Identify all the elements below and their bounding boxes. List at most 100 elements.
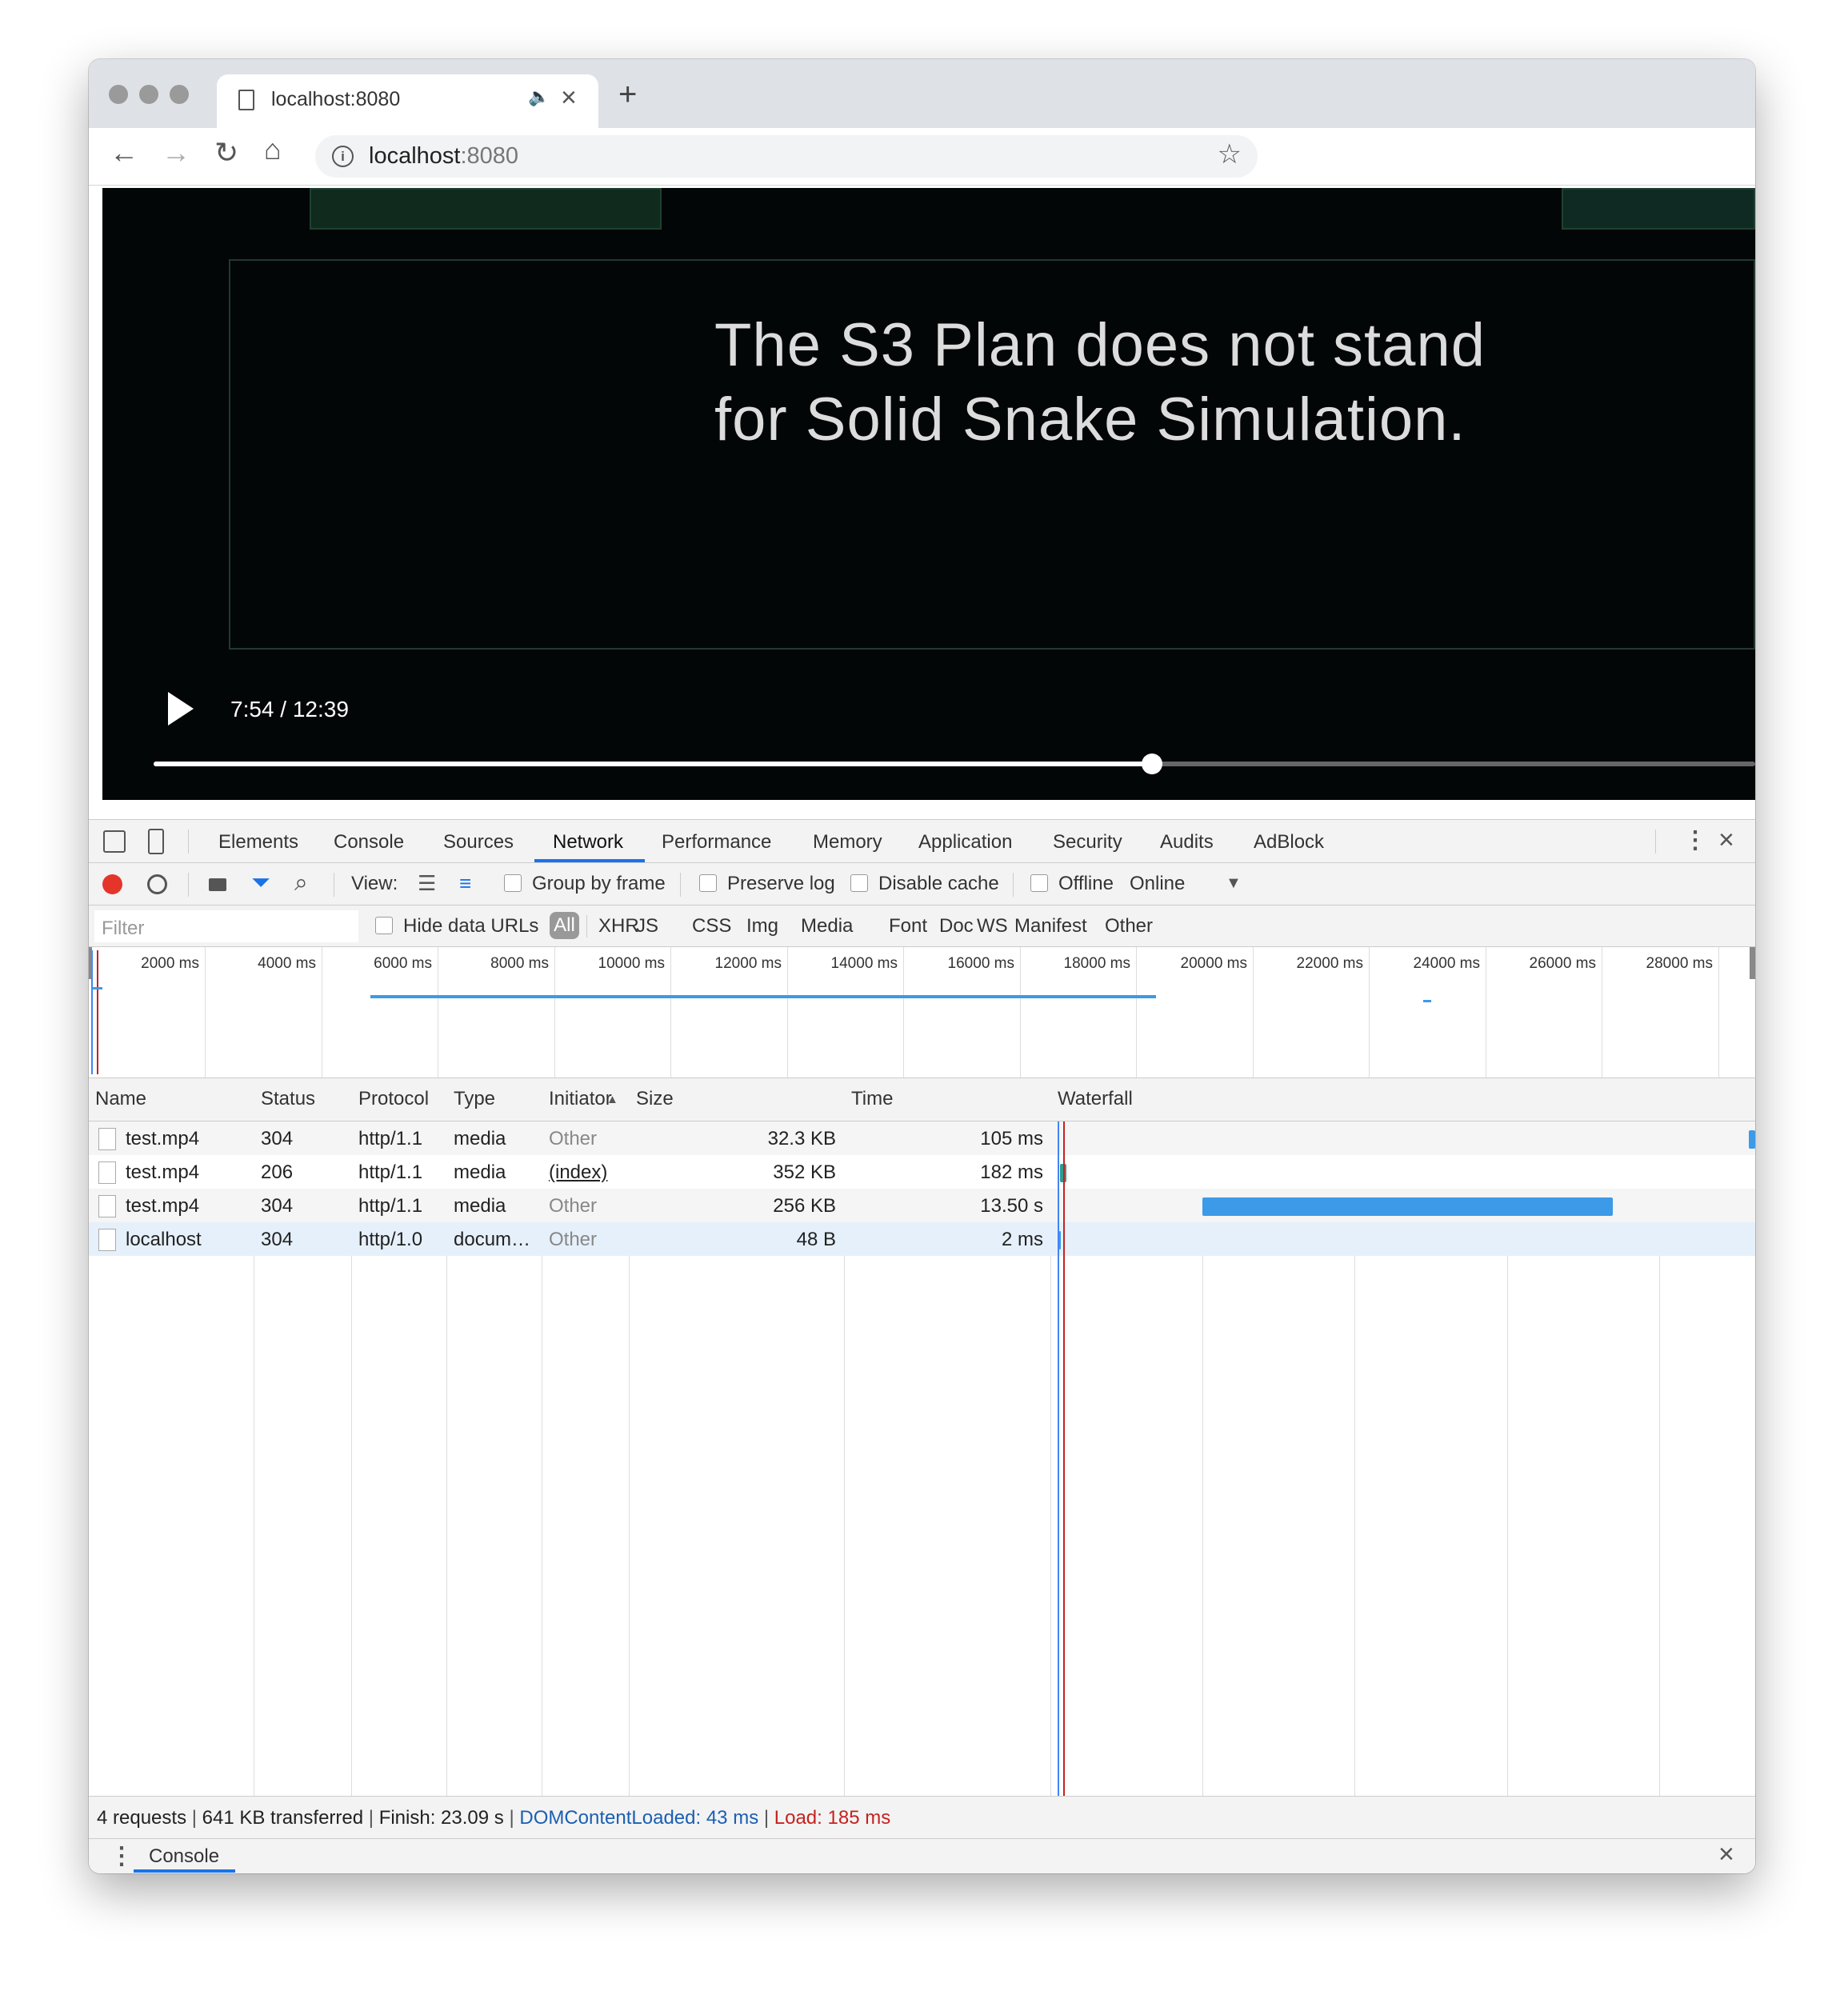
more-icon[interactable]: ⋮ bbox=[110, 1842, 134, 1870]
throttle-select[interactable]: Online bbox=[1130, 873, 1185, 895]
offline-checkbox[interactable] bbox=[1030, 874, 1048, 892]
summary-separator: | bbox=[363, 1807, 379, 1829]
filter-type-xhr[interactable]: XHR bbox=[598, 915, 639, 938]
column-header-size[interactable]: Size bbox=[636, 1088, 674, 1110]
cell-time: 13.50 s bbox=[980, 1195, 1043, 1217]
group-by-frame-label: Group by frame bbox=[532, 873, 666, 894]
tab-security[interactable]: Security bbox=[1053, 831, 1122, 854]
star-icon[interactable]: ☆ bbox=[1218, 138, 1242, 170]
table-row[interactable]: test.mp4 304 http/1.1 media Other 256 KB 13.50… bbox=[89, 1189, 1755, 1222]
cell-name: localhost bbox=[126, 1229, 202, 1250]
preserve-log-checkbox[interactable] bbox=[699, 874, 717, 892]
url-port: :8080 bbox=[460, 143, 519, 169]
overview-tick-label: 2000 ms bbox=[141, 955, 199, 972]
close-icon[interactable]: × bbox=[561, 82, 577, 114]
zoom-window-button[interactable] bbox=[170, 85, 189, 104]
drawer-tab-indicator bbox=[134, 1869, 235, 1873]
filter-type-doc[interactable]: Doc bbox=[939, 915, 974, 938]
file-icon bbox=[98, 1195, 116, 1217]
minimize-window-button[interactable] bbox=[139, 85, 158, 104]
requests-table: Name Status Protocol Type Initiator ▲ Si… bbox=[89, 1078, 1755, 1796]
network-toolbar: ⏷ ⌕ View: ☰ ≡ Group by frame Preserve lo… bbox=[89, 863, 1755, 906]
home-icon[interactable]: ⌂ bbox=[264, 133, 282, 166]
tab-audits[interactable]: Audits bbox=[1160, 831, 1214, 854]
device-icon[interactable] bbox=[148, 829, 164, 854]
filter-input[interactable]: Filter bbox=[94, 910, 358, 942]
filter-type-all[interactable]: All bbox=[550, 912, 579, 939]
disable-cache-label: Disable cache bbox=[878, 873, 999, 894]
tab-performance[interactable]: Performance bbox=[662, 831, 771, 854]
close-icon[interactable]: × bbox=[1718, 825, 1734, 856]
column-header-name[interactable]: Name bbox=[95, 1088, 146, 1110]
table-row[interactable]: test.mp4 206 http/1.1 media (index) 352 KB 182… bbox=[89, 1155, 1755, 1189]
browser-tab[interactable]: localhost:8080 🔈 × bbox=[217, 74, 598, 128]
reload-icon[interactable]: ↻ bbox=[214, 136, 238, 170]
seek-thumb[interactable] bbox=[1142, 754, 1162, 774]
hide-data-urls-checkbox[interactable] bbox=[375, 917, 393, 934]
address-bar[interactable]: i localhost:8080 ☆ bbox=[315, 135, 1258, 178]
info-icon[interactable]: i bbox=[332, 146, 354, 167]
url-text[interactable]: localhost:8080 bbox=[369, 143, 518, 170]
record-icon[interactable] bbox=[102, 874, 122, 894]
tab-sources[interactable]: Sources bbox=[443, 831, 514, 854]
filter-type-css[interactable]: CSS bbox=[692, 915, 731, 938]
table-row[interactable]: test.mp4 304 http/1.1 media Other 32.3 KB 105 … bbox=[89, 1121, 1755, 1155]
disable-cache-checkbox[interactable] bbox=[850, 874, 868, 892]
plus-icon[interactable]: + bbox=[618, 77, 637, 113]
group-by-frame-checkbox[interactable] bbox=[504, 874, 522, 892]
filter-type-ws[interactable]: WS bbox=[977, 915, 1008, 938]
tab-elements[interactable]: Elements bbox=[218, 831, 298, 854]
filter-type-other[interactable]: Other bbox=[1105, 915, 1153, 938]
close-icon[interactable]: × bbox=[1718, 1839, 1734, 1870]
clear-icon[interactable] bbox=[147, 874, 167, 894]
column-header-status[interactable]: Status bbox=[261, 1088, 315, 1110]
waterfall-bar[interactable] bbox=[1749, 1130, 1755, 1149]
filter-type-img[interactable]: Img bbox=[746, 915, 778, 938]
tab-memory[interactable]: Memory bbox=[813, 831, 882, 854]
search-icon[interactable]: ⌕ bbox=[294, 870, 308, 897]
audio-icon[interactable]: 🔈 bbox=[528, 86, 550, 107]
overview-left-handle[interactable] bbox=[89, 947, 92, 979]
filter-placeholder: Filter bbox=[102, 918, 145, 939]
cell-protocol: http/1.1 bbox=[358, 1128, 423, 1149]
camera-icon[interactable] bbox=[209, 878, 226, 891]
column-header-waterfall[interactable]: Waterfall bbox=[1058, 1088, 1133, 1110]
drawer-tab-console[interactable]: Console bbox=[149, 1845, 219, 1868]
console-drawer: ⋮ Console × bbox=[89, 1839, 1755, 1873]
play-icon[interactable] bbox=[168, 692, 194, 726]
forward-icon[interactable]: → bbox=[162, 136, 190, 170]
overview-right-handle[interactable] bbox=[1750, 947, 1755, 979]
cell-initiator[interactable]: (index) bbox=[549, 1161, 607, 1184]
column-header-type[interactable]: Type bbox=[454, 1088, 495, 1110]
overview-gridline bbox=[205, 947, 206, 1077]
summary-requests: 4 requests bbox=[97, 1807, 187, 1829]
waterfall-bar[interactable] bbox=[1202, 1197, 1613, 1216]
filter-icon[interactable]: ⏷ bbox=[251, 870, 270, 897]
overview-gridline bbox=[670, 947, 671, 1077]
table-row[interactable]: localhost 304 http/1.0 docum… Other 48 B 2 ms bbox=[89, 1222, 1755, 1256]
tab-console[interactable]: Console bbox=[334, 831, 404, 854]
tab-application[interactable]: Application bbox=[918, 831, 1012, 854]
waterfall-load-line bbox=[1063, 1121, 1065, 1796]
filter-type-manifest[interactable]: Manifest bbox=[1014, 915, 1087, 938]
more-icon[interactable]: ⋮ bbox=[1683, 826, 1707, 854]
inspect-icon[interactable] bbox=[103, 830, 126, 853]
filter-type-js[interactable]: JS bbox=[636, 915, 658, 938]
close-window-button[interactable] bbox=[109, 85, 128, 104]
overview-tick-label: 20000 ms bbox=[1180, 955, 1247, 972]
summary-separator: | bbox=[186, 1807, 202, 1829]
filter-type-font[interactable]: Font bbox=[889, 915, 927, 938]
dropdown-icon[interactable]: ▼ bbox=[1226, 874, 1242, 893]
column-header-time[interactable]: Time bbox=[851, 1088, 893, 1110]
video-player[interactable]: The S3 Plan does not stand for Solid Sna… bbox=[102, 188, 1755, 800]
cell-protocol: http/1.0 bbox=[358, 1229, 423, 1250]
tab-adblock[interactable]: AdBlock bbox=[1254, 831, 1324, 854]
tab-network[interactable]: Network bbox=[553, 831, 623, 854]
offline-label: Offline bbox=[1058, 873, 1114, 894]
back-icon[interactable]: ← bbox=[110, 136, 138, 170]
waterfall-view-icon[interactable]: ≡ bbox=[459, 871, 471, 896]
list-view-icon[interactable]: ☰ bbox=[418, 871, 436, 896]
network-overview[interactable]: 2000 ms 4000 ms 6000 ms 8000 ms 10000 ms 1200… bbox=[89, 947, 1755, 1078]
column-header-protocol[interactable]: Protocol bbox=[358, 1088, 429, 1110]
filter-type-media[interactable]: Media bbox=[801, 915, 853, 938]
